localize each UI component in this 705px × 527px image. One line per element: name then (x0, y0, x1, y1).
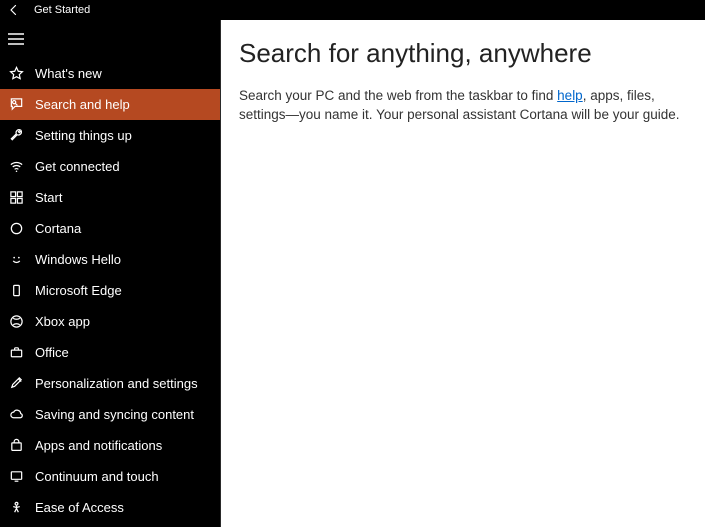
sidebar-item-label: Get connected (35, 159, 120, 174)
store-icon (8, 438, 24, 454)
sidebar-item-label: Search and help (35, 97, 130, 112)
smile-icon (8, 252, 24, 268)
sidebar-item-windows-hello[interactable]: Windows Hello (0, 244, 220, 275)
sidebar-item-label: Personalization and settings (35, 376, 198, 391)
sidebar-item-label: Windows Hello (35, 252, 121, 267)
tablet-icon (8, 469, 24, 485)
titlebar-title: Get Started (34, 4, 90, 16)
sidebar-item-start[interactable]: Start (0, 182, 220, 213)
sidebar-item-whats-new[interactable]: What's new (0, 58, 220, 89)
sidebar-item-cortana[interactable]: Cortana (0, 213, 220, 244)
page-heading: Search for anything, anywhere (239, 38, 687, 69)
nav-list: What's new Search and help Setting thing… (0, 58, 220, 523)
sidebar-item-saving-syncing[interactable]: Saving and syncing content (0, 399, 220, 430)
sidebar-item-office[interactable]: Office (0, 337, 220, 368)
sidebar-item-label: Continuum and touch (35, 469, 159, 484)
sidebar-item-label: Saving and syncing content (35, 407, 194, 422)
sidebar: What's new Search and help Setting thing… (0, 20, 221, 527)
search-chat-icon (8, 97, 24, 113)
page-paragraph: Search your PC and the web from the task… (239, 87, 687, 125)
sidebar-item-label: Office (35, 345, 69, 360)
sidebar-item-get-connected[interactable]: Get connected (0, 151, 220, 182)
sidebar-item-label: What's new (35, 66, 102, 81)
sidebar-item-apps-notifications[interactable]: Apps and notifications (0, 430, 220, 461)
paint-icon (8, 376, 24, 392)
windows-icon (8, 190, 24, 206)
sidebar-item-xbox[interactable]: Xbox app (0, 306, 220, 337)
hamburger-button[interactable] (0, 20, 220, 58)
sidebar-item-label: Cortana (35, 221, 81, 236)
sidebar-item-personalization[interactable]: Personalization and settings (0, 368, 220, 399)
sidebar-item-label: Microsoft Edge (35, 283, 122, 298)
xbox-icon (8, 314, 24, 330)
edge-icon (8, 283, 24, 299)
sidebar-item-setting-up[interactable]: Setting things up (0, 120, 220, 151)
accessibility-icon (8, 500, 24, 516)
sidebar-item-label: Apps and notifications (35, 438, 162, 453)
wifi-icon (8, 159, 24, 175)
wrench-icon (8, 128, 24, 144)
sidebar-item-label: Xbox app (35, 314, 90, 329)
content-pane: Search for anything, anywhere Search you… (221, 20, 705, 527)
cortana-icon (8, 221, 24, 237)
sidebar-item-ease-access[interactable]: Ease of Access (0, 492, 220, 523)
cloud-icon (8, 407, 24, 423)
sidebar-item-search-help[interactable]: Search and help (0, 89, 220, 120)
star-icon (8, 66, 24, 82)
paragraph-pre: Search your PC and the web from the task… (239, 88, 557, 103)
briefcase-icon (8, 345, 24, 361)
sidebar-item-label: Ease of Access (35, 500, 124, 515)
titlebar: Get Started (0, 0, 705, 20)
sidebar-item-continuum[interactable]: Continuum and touch (0, 461, 220, 492)
sidebar-item-edge[interactable]: Microsoft Edge (0, 275, 220, 306)
help-link[interactable]: help (557, 88, 583, 103)
sidebar-item-label: Start (35, 190, 62, 205)
back-button[interactable] (6, 2, 22, 18)
sidebar-item-label: Setting things up (35, 128, 132, 143)
